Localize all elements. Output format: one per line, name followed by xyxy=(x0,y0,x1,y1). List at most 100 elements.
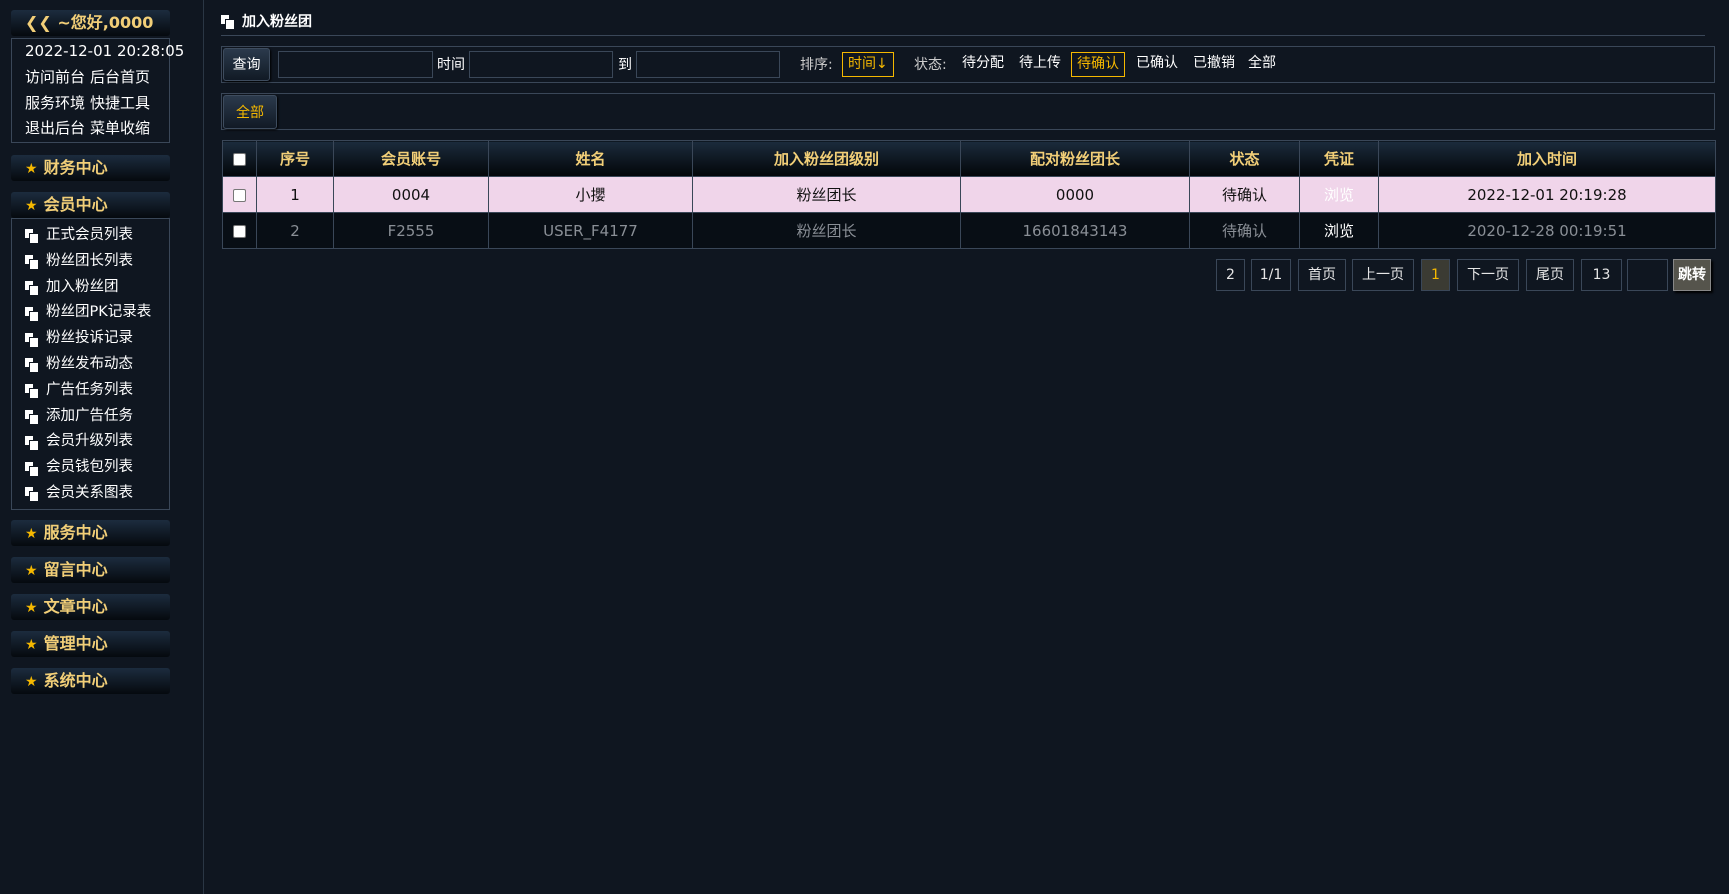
user-info-box: 2022-12-01 20:28:05 访问前台 后台首页 服务环境 快捷工具 退出… xyxy=(11,38,185,144)
filter-bar: 查询 时间 到 排序: 时间↓ 状态: 待分配 待上传 待确认 已确认 已撤销 … xyxy=(221,46,1715,83)
menu-item-relations[interactable]: 会员关系图表 xyxy=(12,481,169,507)
time-label: 时间 xyxy=(437,57,465,73)
cell-index: 1 xyxy=(256,176,334,213)
document-icon xyxy=(25,384,38,399)
select-all-checkbox[interactable] xyxy=(222,140,257,177)
menu-item-pk-records[interactable]: 粉丝团PK记录表 xyxy=(12,300,169,326)
document-icon xyxy=(25,435,38,450)
table-row[interactable]: 2 F2555 USER_F4177 粉丝团长 16601843143 待确认 … xyxy=(222,212,1716,249)
menu-item-ad-tasks[interactable]: 广告任务列表 xyxy=(12,378,169,404)
menu-item-complaints[interactable]: 粉丝投诉记录 xyxy=(12,326,169,352)
jump-button[interactable]: 跳转 xyxy=(1673,259,1711,291)
cell-leader: 16601843143 xyxy=(960,212,1190,249)
prev-page-button[interactable]: 上一页 xyxy=(1352,259,1414,291)
star-icon: ★ xyxy=(25,563,38,579)
view-proof-link[interactable]: 浏览 xyxy=(1299,176,1379,213)
link-quick-tools[interactable]: 快捷工具 xyxy=(90,94,150,112)
status-pending-confirm[interactable]: 待确认 xyxy=(1071,52,1125,77)
link-visit-frontend[interactable]: 访问前台 xyxy=(25,68,85,86)
col-status[interactable]: 状态 xyxy=(1189,140,1300,177)
jump-page-input[interactable] xyxy=(1627,259,1668,291)
col-leader[interactable]: 配对粉丝团长 xyxy=(960,140,1190,177)
star-icon: ★ xyxy=(25,674,38,690)
view-proof-link[interactable]: 浏览 xyxy=(1299,212,1379,249)
cell-join-time: 2022-12-01 20:19:28 xyxy=(1378,176,1716,213)
document-icon xyxy=(25,461,38,476)
link-server-env[interactable]: 服务环境 xyxy=(25,94,85,112)
link-logout[interactable]: 退出后台 xyxy=(25,119,85,137)
tab-all[interactable]: 全部 xyxy=(223,95,277,129)
menu-item-add-ad-task[interactable]: 添加广告任务 xyxy=(12,404,169,430)
query-button[interactable]: 查询 xyxy=(223,48,270,81)
fan-group-table: 序号 会员账号 姓名 加入粉丝团级别 配对粉丝团长 状态 凭证 加入时间 1 0… xyxy=(222,140,1716,249)
total-count: 2 xyxy=(1216,259,1245,291)
section-management[interactable]: ★ 管理中心 xyxy=(11,631,170,657)
current-datetime: 2022-12-01 20:28:05 xyxy=(25,42,185,60)
sort-label: 排序: xyxy=(800,57,833,73)
star-icon: ★ xyxy=(25,161,38,177)
document-icon xyxy=(25,332,38,347)
cell-join-time: 2020-12-28 00:19:51 xyxy=(1378,212,1716,249)
tab-bar: 全部 xyxy=(221,93,1715,130)
member-menu: 正式会员列表 粉丝团长列表 加入粉丝团 粉丝团PK记录表 粉丝投诉记录 粉丝发布… xyxy=(11,218,170,510)
menu-item-wallets[interactable]: 会员钱包列表 xyxy=(12,455,169,481)
section-messages[interactable]: ★ 留言中心 xyxy=(11,557,170,583)
status-revoked[interactable]: 已撤销 xyxy=(1188,52,1240,77)
keyword-input[interactable] xyxy=(278,51,433,78)
cell-level: 粉丝团长 xyxy=(692,176,961,213)
sort-time-button[interactable]: 时间↓ xyxy=(842,52,894,77)
per-page-count: 13 xyxy=(1581,259,1622,291)
col-index[interactable]: 序号 xyxy=(256,140,334,177)
document-icon xyxy=(25,229,38,244)
section-articles[interactable]: ★ 文章中心 xyxy=(11,594,170,620)
star-icon: ★ xyxy=(25,600,38,616)
last-page-button[interactable]: 尾页 xyxy=(1526,259,1574,291)
status-unassigned[interactable]: 待分配 xyxy=(957,52,1009,77)
divider xyxy=(221,35,1705,36)
menu-item-fan-leader-list[interactable]: 粉丝团长列表 xyxy=(12,249,169,275)
document-icon xyxy=(25,487,38,502)
link-admin-home[interactable]: 后台首页 xyxy=(90,68,150,86)
to-label: 到 xyxy=(618,57,632,73)
col-level[interactable]: 加入粉丝团级别 xyxy=(692,140,961,177)
document-icon xyxy=(221,14,234,29)
cell-account: F2555 xyxy=(333,212,489,249)
end-time-input[interactable] xyxy=(636,51,780,78)
star-icon: ★ xyxy=(25,198,38,214)
cell-name: USER_F4177 xyxy=(488,212,693,249)
first-page-button[interactable]: 首页 xyxy=(1298,259,1346,291)
col-name[interactable]: 姓名 xyxy=(488,140,693,177)
row-checkbox[interactable] xyxy=(222,212,257,249)
col-account[interactable]: 会员账号 xyxy=(333,140,489,177)
section-member[interactable]: ★ 会员中心 xyxy=(11,192,170,218)
start-time-input[interactable] xyxy=(469,51,613,78)
cell-level: 粉丝团长 xyxy=(692,212,961,249)
cell-name: 小攖 xyxy=(488,176,693,213)
menu-item-upgrades[interactable]: 会员升级列表 xyxy=(12,429,169,455)
collapse-icon[interactable]: ❮❮ xyxy=(25,13,57,32)
col-proof[interactable]: 凭证 xyxy=(1299,140,1379,177)
star-icon: ★ xyxy=(25,526,38,542)
row-checkbox[interactable] xyxy=(222,176,257,213)
col-join-time[interactable]: 加入时间 xyxy=(1378,140,1716,177)
link-collapse-menu[interactable]: 菜单收缩 xyxy=(90,119,150,137)
document-icon xyxy=(25,280,38,295)
greeting-header[interactable]: ❮❮ ~您好,0000 xyxy=(11,10,170,36)
next-page-button[interactable]: 下一页 xyxy=(1457,259,1519,291)
status-all[interactable]: 全部 xyxy=(1243,52,1281,77)
page-title: 加入粉丝团 xyxy=(221,8,312,34)
section-finance[interactable]: ★ 财务中心 xyxy=(11,155,170,181)
menu-item-join-fan-group[interactable]: 加入粉丝团 xyxy=(12,275,169,301)
menu-item-fan-posts[interactable]: 粉丝发布动态 xyxy=(12,352,169,378)
menu-item-member-list[interactable]: 正式会员列表 xyxy=(12,223,169,249)
page-indicator: 1/1 xyxy=(1251,259,1291,291)
status-pending-upload[interactable]: 待上传 xyxy=(1014,52,1066,77)
sidebar: ❮❮ ~您好,0000 2022-12-01 20:28:05 访问前台 后台首页… xyxy=(0,0,204,894)
current-page[interactable]: 1 xyxy=(1421,259,1450,291)
table-row[interactable]: 1 0004 小攖 粉丝团长 0000 待确认 浏览 2022-12-01 20… xyxy=(222,176,1716,213)
section-system[interactable]: ★ 系统中心 xyxy=(11,668,170,694)
section-service[interactable]: ★ 服务中心 xyxy=(11,520,170,546)
status-confirmed[interactable]: 已确认 xyxy=(1131,52,1183,77)
cell-status: 待确认 xyxy=(1189,212,1300,249)
document-icon xyxy=(25,409,38,424)
